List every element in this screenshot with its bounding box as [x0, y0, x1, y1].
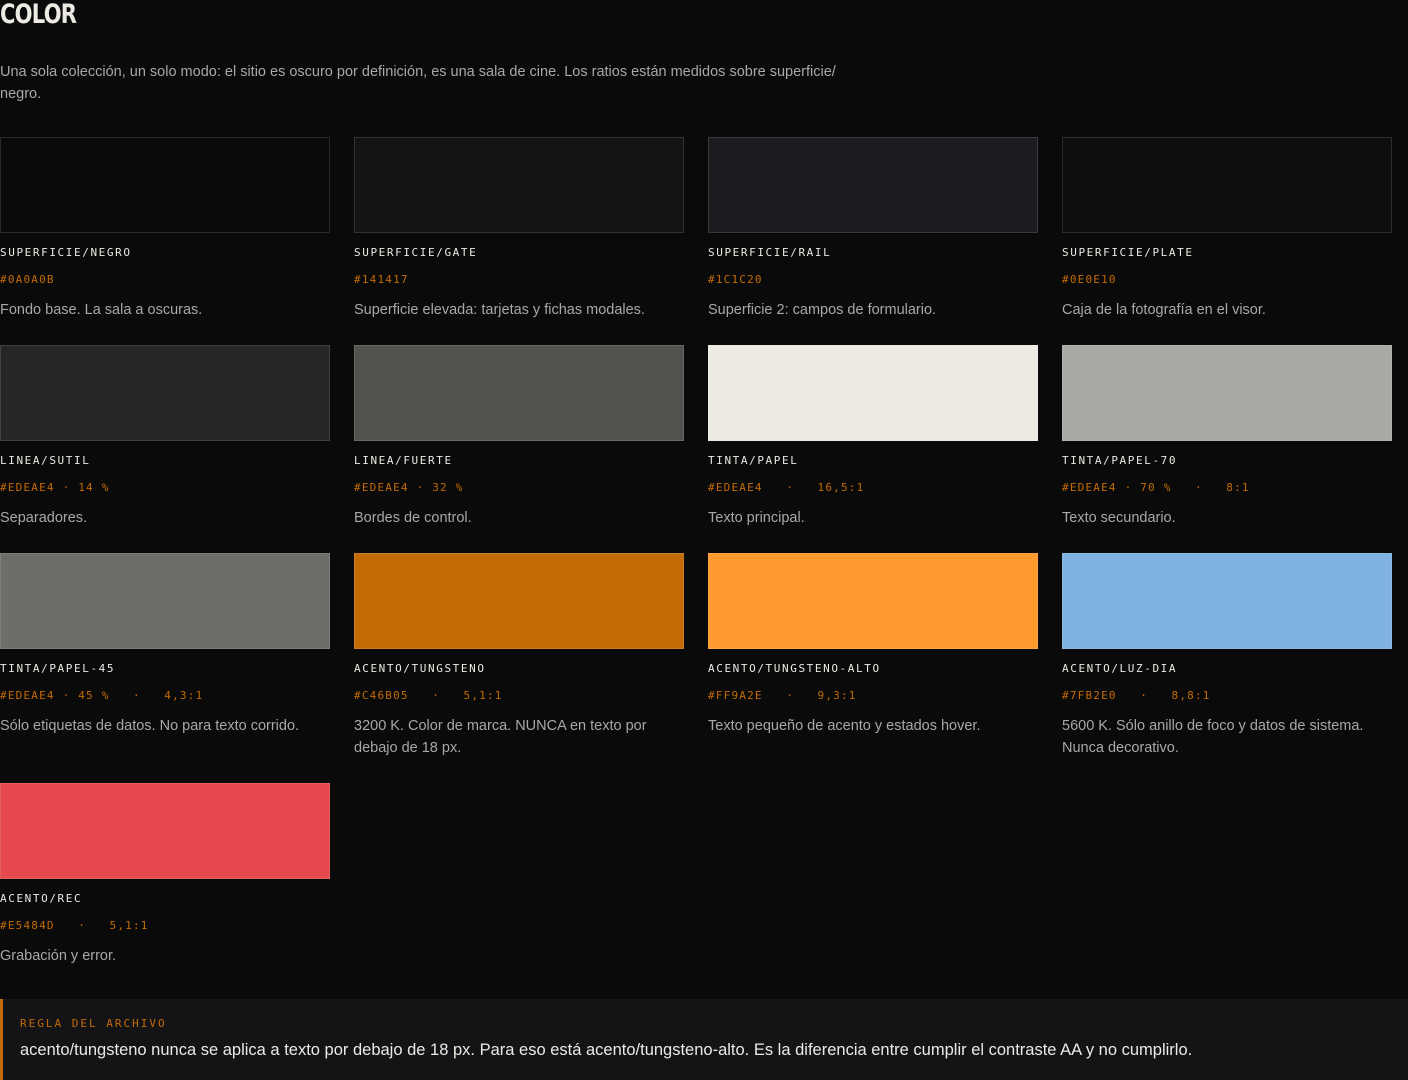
swatch-card-tinta-papel-70: TINTA/PAPEL-70 #EDEAE4 · 70 % · 8:1 Text…	[1062, 345, 1392, 553]
section-title: COLOR	[0, 0, 77, 30]
token-description: Superficie elevada: tarjetas y fichas mo…	[354, 302, 645, 318]
swatch-card-superficie-plate: SUPERFICIE/PLATE #0E0E10 Caja de la foto…	[1062, 137, 1392, 345]
token-name: SUPERFICIE/NEGRO	[0, 246, 132, 259]
swatch-card-tinta-papel-45: TINTA/PAPEL-45 #EDEAE4 · 45 % · 4,3:1 Só…	[0, 553, 330, 783]
color-swatch	[354, 553, 684, 649]
rule-label: REGLA DEL ARCHIVO	[20, 1017, 167, 1030]
swatch-card-tinta-papel: TINTA/PAPEL #EDEAE4 · 16,5:1 Texto princ…	[708, 345, 1038, 553]
rule-text: acento/tungsteno nunca se aplica a texto…	[20, 1041, 1193, 1059]
token-name: ACENTO/TUNGSTENO-ALTO	[708, 662, 881, 675]
token-name: SUPERFICIE/RAIL	[708, 246, 832, 259]
color-swatch	[0, 783, 330, 879]
token-description: Texto secundario.	[1062, 510, 1176, 526]
token-name: ACENTO/LUZ-DIA	[1062, 662, 1178, 675]
color-swatch	[354, 137, 684, 233]
color-swatch	[354, 345, 684, 441]
token-value: #C46B05 · 5,1:1	[354, 689, 503, 702]
token-value: #1C1C20	[708, 273, 763, 286]
token-name: SUPERFICIE/GATE	[354, 246, 478, 259]
token-description: Caja de la fotografía en el visor.	[1062, 302, 1266, 318]
token-value: #EDEAE4 · 45 % · 4,3:1	[0, 689, 204, 702]
swatch-card-superficie-negro: SUPERFICIE/NEGRO #0A0A0B Fondo base. La …	[0, 137, 330, 345]
color-swatch-grid: SUPERFICIE/NEGRO #0A0A0B Fondo base. La …	[0, 137, 1392, 991]
token-value: #EDEAE4 · 32 %	[354, 481, 464, 494]
token-value: #0E0E10	[1062, 273, 1117, 286]
token-description: Texto pequeño de acento y estados hover.	[708, 718, 981, 734]
token-description: Bordes de control.	[354, 510, 472, 526]
token-value: #0A0A0B	[0, 273, 55, 286]
swatch-card-linea-sutil: LINEA/SUTIL #EDEAE4 · 14 % Separadores.	[0, 345, 330, 553]
token-description: Grabación y error.	[0, 948, 117, 964]
archive-rule-callout: REGLA DEL ARCHIVO acento/tungsteno nunca…	[0, 999, 1408, 1080]
token-value: #EDEAE4 · 70 % · 8:1	[1062, 481, 1250, 494]
section-intro: Una sola colección, un solo modo: el sit…	[0, 64, 836, 102]
swatch-card-linea-fuerte: LINEA/FUERTE #EDEAE4 · 32 % Bordes de co…	[354, 345, 684, 553]
token-description: 5600 K. Sólo anillo de foco y datos de s…	[1062, 718, 1364, 756]
swatch-card-acento-luz-dia: ACENTO/LUZ-DIA #7FB2E0 · 8,8:1 5600 K. S…	[1062, 553, 1392, 783]
token-name: TINTA/PAPEL	[708, 454, 799, 467]
token-name: LINEA/FUERTE	[354, 454, 453, 467]
token-description: Superficie 2: campos de formulario.	[708, 302, 937, 318]
token-name: ACENTO/REC	[0, 892, 83, 905]
swatch-card-acento-rec: ACENTO/REC #E5484D · 5,1:1 Grabación y e…	[0, 783, 330, 991]
swatch-card-superficie-gate: SUPERFICIE/GATE #141417 Superficie eleva…	[354, 137, 684, 345]
token-value: #EDEAE4 · 16,5:1	[708, 481, 865, 494]
color-swatch	[1062, 137, 1392, 233]
color-swatch	[1062, 345, 1392, 441]
token-value: #E5484D · 5,1:1	[0, 919, 149, 932]
color-swatch	[0, 553, 330, 649]
token-name: TINTA/PAPEL-45	[0, 662, 116, 675]
token-name: SUPERFICIE/PLATE	[1062, 246, 1194, 259]
color-swatch	[708, 137, 1038, 233]
token-description: Separadores.	[0, 510, 88, 526]
token-value: #FF9A2E · 9,3:1	[708, 689, 857, 702]
color-swatch	[708, 345, 1038, 441]
token-description: 3200 K. Color de marca. NUNCA en texto p…	[354, 718, 647, 756]
color-swatch	[0, 137, 330, 233]
swatch-card-acento-tungsteno: ACENTO/TUNGSTENO #C46B05 · 5,1:1 3200 K.…	[354, 553, 684, 783]
swatch-card-acento-tungsteno-alto: ACENTO/TUNGSTENO-ALTO #FF9A2E · 9,3:1 Te…	[708, 553, 1038, 783]
color-swatch	[708, 553, 1038, 649]
color-swatch	[0, 345, 330, 441]
token-name: TINTA/PAPEL-70	[1062, 454, 1178, 467]
token-name: ACENTO/TUNGSTENO	[354, 662, 486, 675]
token-name: LINEA/SUTIL	[0, 454, 91, 467]
token-description: Sólo etiquetas de datos. No para texto c…	[0, 718, 300, 734]
token-value: #EDEAE4 · 14 %	[0, 481, 110, 494]
token-description: Texto principal.	[708, 510, 805, 526]
token-value: #7FB2E0 · 8,8:1	[1062, 689, 1211, 702]
token-description: Fondo base. La sala a oscuras.	[0, 302, 203, 318]
token-value: #141417	[354, 273, 409, 286]
color-swatch	[1062, 553, 1392, 649]
swatch-card-superficie-rail: SUPERFICIE/RAIL #1C1C20 Superficie 2: ca…	[708, 137, 1038, 345]
